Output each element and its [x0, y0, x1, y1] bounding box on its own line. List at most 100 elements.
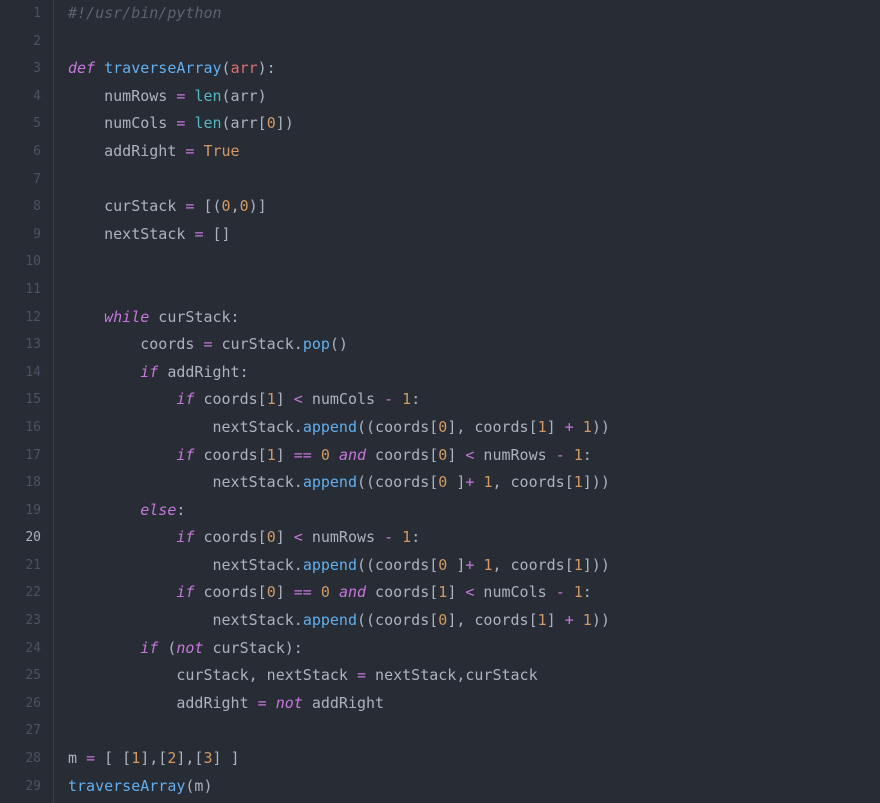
- code-token: ((coords[: [357, 473, 438, 491]
- code-line[interactable]: nextStack.append((coords[0 ]+ 1, coords[…: [68, 469, 880, 497]
- line-number-gutter: 1234567891011121314151617181920212223242…: [0, 0, 54, 803]
- code-line[interactable]: else:: [68, 497, 880, 525]
- code-token: :: [411, 528, 420, 546]
- code-token: 0: [438, 611, 447, 629]
- code-line[interactable]: nextStack.append((coords[0 ]+ 1, coords[…: [68, 552, 880, 580]
- code-line[interactable]: numRows = len(arr): [68, 83, 880, 111]
- code-token: if: [176, 390, 194, 408]
- code-token: ]: [276, 583, 294, 601]
- code-token: ]: [276, 446, 294, 464]
- code-token: 1: [574, 473, 583, 491]
- code-line[interactable]: addRight = not addRight: [68, 690, 880, 718]
- code-line[interactable]: nextStack.append((coords[0], coords[1] +…: [68, 414, 880, 442]
- code-line[interactable]: if (not curStack):: [68, 635, 880, 663]
- code-line[interactable]: m = [ [1],[2],[3] ]: [68, 745, 880, 773]
- code-line[interactable]: numCols = len(arr[0]): [68, 110, 880, 138]
- line-number: 20: [0, 524, 41, 552]
- code-token: ==: [294, 446, 312, 464]
- code-token: ])): [583, 473, 610, 491]
- code-token: 1: [583, 418, 592, 436]
- code-line[interactable]: [68, 166, 880, 194]
- code-token: coords[: [194, 390, 266, 408]
- code-token: coords[: [366, 446, 438, 464]
- code-token: [312, 446, 321, 464]
- code-line[interactable]: [68, 248, 880, 276]
- code-token: traverseArray: [104, 59, 221, 77]
- code-token: =: [86, 749, 95, 767]
- code-token: 0: [321, 446, 330, 464]
- code-token: not: [176, 639, 203, 657]
- code-token: [565, 583, 574, 601]
- code-token: )]: [249, 197, 267, 215]
- code-token: (: [222, 59, 231, 77]
- code-token: 1: [438, 583, 447, 601]
- code-line[interactable]: curStack, nextStack = nextStack,curStack: [68, 662, 880, 690]
- code-token: [330, 583, 339, 601]
- code-line[interactable]: nextStack.append((coords[0], coords[1] +…: [68, 607, 880, 635]
- code-token: if: [140, 363, 158, 381]
- code-line[interactable]: [68, 717, 880, 745]
- code-token: def: [68, 59, 104, 77]
- code-token: 0: [267, 583, 276, 601]
- code-line[interactable]: if coords[0] == 0 and coords[1] < numCol…: [68, 579, 880, 607]
- line-number: 17: [0, 442, 41, 470]
- code-token: curStack.: [213, 335, 303, 353]
- code-editor-content[interactable]: #!/usr/bin/python def traverseArray(arr):…: [54, 0, 880, 803]
- code-token: (m): [185, 777, 212, 795]
- code-token: 1: [267, 390, 276, 408]
- code-token: if: [176, 446, 194, 464]
- line-number: 5: [0, 110, 41, 138]
- code-token: nextStack,curStack: [366, 666, 538, 684]
- code-token: ,: [231, 197, 240, 215]
- code-token: append: [303, 556, 357, 574]
- code-token: :: [176, 501, 185, 519]
- code-token: if: [176, 583, 194, 601]
- code-token: append: [303, 418, 357, 436]
- code-line[interactable]: addRight = True: [68, 138, 880, 166]
- line-number: 13: [0, 331, 41, 359]
- line-number: 22: [0, 579, 41, 607]
- code-line[interactable]: if coords[1] < numCols - 1:: [68, 386, 880, 414]
- code-token: 0: [267, 528, 276, 546]
- code-token: 0: [267, 114, 276, 132]
- code-line[interactable]: [68, 28, 880, 56]
- code-token: 1: [583, 611, 592, 629]
- code-token: nextStack.: [68, 473, 303, 491]
- line-number: 16: [0, 414, 41, 442]
- code-line[interactable]: def traverseArray(arr):: [68, 55, 880, 83]
- code-line[interactable]: #!/usr/bin/python: [68, 0, 880, 28]
- code-token: (arr[: [222, 114, 267, 132]
- code-token: =: [203, 335, 212, 353]
- code-line[interactable]: if coords[0] < numRows - 1:: [68, 524, 880, 552]
- code-token: <: [294, 390, 303, 408]
- code-token: ],[: [176, 749, 203, 767]
- code-token: coords: [68, 335, 203, 353]
- code-token: ] ]: [213, 749, 240, 767]
- code-line[interactable]: if coords[1] == 0 and coords[0] < numRow…: [68, 442, 880, 470]
- code-line[interactable]: coords = curStack.pop(): [68, 331, 880, 359]
- code-line[interactable]: while curStack:: [68, 304, 880, 332]
- code-token: , coords[: [492, 473, 573, 491]
- code-line[interactable]: [68, 276, 880, 304]
- code-line[interactable]: traverseArray(m): [68, 773, 880, 801]
- code-token: ], coords[: [447, 418, 537, 436]
- code-line[interactable]: if addRight:: [68, 359, 880, 387]
- code-line[interactable]: nextStack = []: [68, 221, 880, 249]
- code-token: -: [556, 446, 565, 464]
- code-token: ]: [276, 390, 294, 408]
- line-number: 19: [0, 497, 41, 525]
- code-token: nextStack: [68, 225, 194, 243]
- line-number: 14: [0, 359, 41, 387]
- code-token: ]: [447, 556, 465, 574]
- code-token: #!/usr/bin/python: [68, 4, 222, 22]
- code-token: [393, 390, 402, 408]
- code-line[interactable]: curStack = [(0,0)]: [68, 193, 880, 221]
- code-token: coords[: [194, 446, 266, 464]
- code-token: =: [357, 666, 366, 684]
- code-token: len: [194, 114, 221, 132]
- code-token: numRows: [303, 528, 384, 546]
- code-token: [68, 390, 176, 408]
- code-token: addRight: [303, 694, 384, 712]
- code-token: numRows: [474, 446, 555, 464]
- code-token: nextStack.: [68, 556, 303, 574]
